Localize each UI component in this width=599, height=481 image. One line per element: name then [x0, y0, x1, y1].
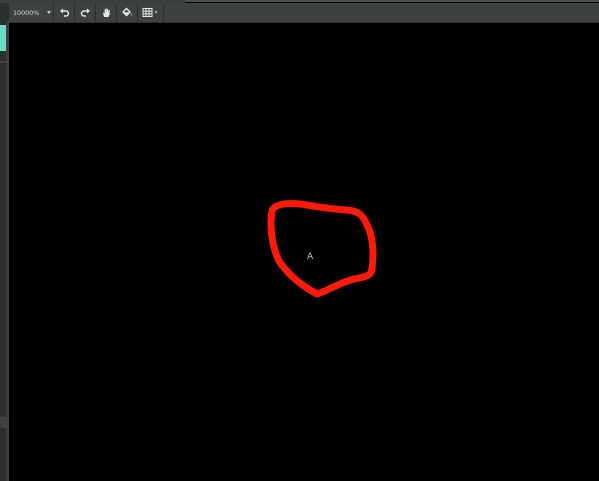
undo-icon — [59, 7, 70, 18]
paint-bucket-icon — [121, 7, 133, 18]
left-panel — [0, 3, 9, 481]
app-window: 10000% A — [0, 0, 599, 481]
undo-button[interactable] — [54, 3, 75, 22]
chevron-down-icon — [47, 11, 52, 14]
left-panel-lower-tab[interactable] — [0, 417, 9, 428]
left-panel-separator — [0, 61, 9, 63]
red-circle-annotation — [267, 200, 377, 298]
redo-button[interactable] — [75, 3, 96, 22]
canvas-drawing-layer — [267, 200, 377, 298]
grid-icon — [142, 7, 160, 18]
pan-button[interactable] — [96, 3, 117, 22]
zoom-value: 10000% — [13, 8, 40, 17]
canvas-toolbar: 10000% — [9, 3, 599, 23]
drawing-canvas[interactable]: A — [9, 23, 599, 481]
canvas-label: A — [307, 252, 314, 262]
zoom-select[interactable]: 10000% — [9, 3, 54, 22]
redo-icon — [80, 7, 91, 18]
grid-button[interactable] — [138, 3, 164, 22]
hand-icon — [101, 7, 112, 18]
fill-button[interactable] — [117, 3, 138, 22]
top-strip-right — [185, 0, 599, 2]
